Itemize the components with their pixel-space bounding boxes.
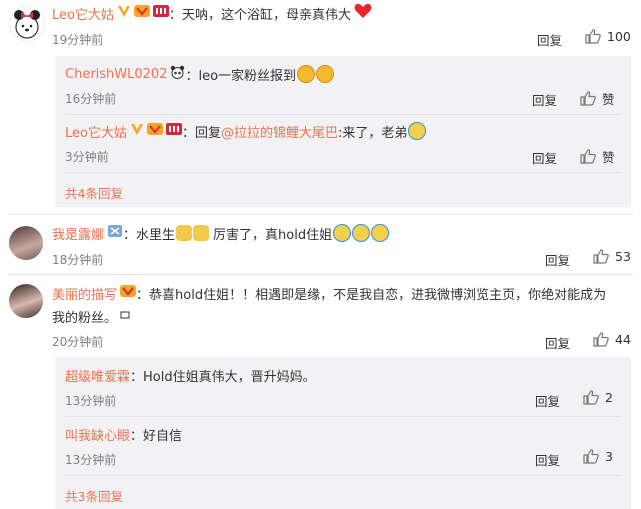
heart-icon [354, 3, 372, 23]
comment-3-text-line-2: 我的粉丝。 [52, 310, 118, 326]
avatar-leo[interactable] [9, 6, 45, 42]
thumbs-up-icon [583, 449, 599, 464]
reply-1-1-like-label: 赞 [602, 92, 615, 107]
reply-1-2-text: :来了，老弟 [338, 125, 408, 141]
comment-3-more-replies-link[interactable]: 共3条回复 [65, 486, 123, 505]
laughing-crying-emoji-icon [408, 122, 427, 140]
reply-3-1-username[interactable]: 超级唯爱霖 [65, 366, 130, 385]
comment-1-line: Leo它大姑 ：天呐，这个浴缸，母亲真伟大 [52, 3, 372, 23]
comment-3-time: 20分钟前 [52, 335, 104, 349]
thumbs-up-icon [593, 249, 609, 264]
divider [65, 475, 621, 476]
laughing-crying-emoji-icon [333, 224, 352, 242]
figure-emoji-icon [176, 225, 193, 241]
comment-1-like-count: 100 [607, 29, 631, 44]
reply-3-2-time: 13分钟前 [65, 453, 117, 467]
member-badge-icon [146, 122, 163, 140]
orange-v-icon [130, 123, 144, 140]
comment-3-line-2: 我的粉丝。 [52, 306, 130, 326]
laughing-crying-emoji-icon [352, 224, 371, 242]
reply-3-1-reply-button[interactable]: 回复 [535, 391, 560, 410]
comment-3-username[interactable]: 美丽的描写 [52, 284, 117, 303]
comment-3-line-1: 美丽的描写 ：恭喜hold住姐！！相遇即是缘，不是我自恋，进我微博浏览主页，你绝… [52, 283, 606, 303]
comment-1-username[interactable]: Leo它大姑 [52, 4, 114, 23]
divider [65, 114, 621, 115]
reply-1-2-like-label: 赞 [602, 150, 615, 165]
small-box-icon [120, 309, 130, 324]
reply-3-1-line: 超级唯爱霖 ：Hold住姐真伟大，晋升妈妈。 [65, 365, 316, 385]
comment-2-reply-button[interactable]: 回复 [545, 250, 570, 269]
thumbs-up-icon [593, 332, 609, 347]
level-badge-icon [165, 122, 182, 140]
divider [8, 274, 633, 275]
comment-2-time: 18分钟前 [52, 253, 104, 267]
member-badge-icon [107, 224, 123, 242]
comment-2-line: 我是露娜 ：水里生 厉害了，真hold住姐 [52, 223, 390, 243]
laughing-crying-emoji-icon [297, 65, 316, 83]
reply-1-1-line: CherishWL0202 ：leo一家粉丝报到 [65, 64, 335, 84]
comment-1-text: ：天呐，这个浴缸，母亲真伟大 [168, 7, 351, 23]
reply-1-2-username[interactable]: Leo它大姑 [65, 122, 127, 141]
figure-emoji-icon [193, 225, 210, 241]
reply-3-2-username[interactable]: 叫我缺心眼 [65, 425, 130, 444]
orange-v-icon [117, 5, 131, 22]
reply-3-1-text: ：Hold住姐真伟大，晋升妈妈。 [130, 369, 316, 385]
reply-3-2-line: 叫我缺心眼 ：好自信 [65, 424, 182, 444]
reply-1-1-username[interactable]: CherishWL0202 [65, 67, 167, 82]
reply-1-2-prefix: ：回复 [181, 125, 221, 141]
comment-1-replies: CherishWL0202 ：leo一家粉丝报到 16分钟前 回复 赞 Leo它… [55, 56, 631, 207]
thumbs-up-icon [580, 149, 596, 164]
reply-1-2-like-button[interactable]: 赞 [580, 147, 615, 166]
reply-1-1-reply-button[interactable]: 回复 [532, 90, 557, 109]
reply-1-1-text: ：leo一家粉丝报到 [185, 68, 297, 84]
level-badge-icon [152, 4, 169, 22]
reply-3-2-text: ：好自信 [130, 428, 183, 444]
comment-2-username[interactable]: 我是露娜 [52, 224, 104, 243]
comment-3-replies: 超级唯爱霖 ：Hold住姐真伟大，晋升妈妈。 13分钟前 回复 2 叫我缺心眼 … [55, 357, 631, 509]
laughing-crying-emoji-icon [316, 65, 335, 83]
reply-1-2-time: 3分钟前 [65, 150, 109, 164]
reply-3-2-like-count: 3 [605, 449, 613, 464]
avatar-meili[interactable] [9, 284, 43, 318]
avatar-luna[interactable] [9, 226, 43, 260]
reply-1-2-reply-button[interactable]: 回复 [532, 148, 557, 167]
reply-1-1-like-button[interactable]: 赞 [580, 89, 615, 108]
comment-1-like-button[interactable]: 100 [585, 29, 631, 44]
laughing-crying-emoji-icon [371, 224, 390, 242]
comment-3-text-line-1: ：恭喜hold住姐！！相遇即是缘，不是我自恋，进我微博浏览主页，你绝对能成为 [136, 287, 607, 303]
thumbs-up-icon [580, 91, 596, 106]
thumbs-up-icon [583, 390, 599, 405]
comment-1-time: 19分钟前 [52, 33, 104, 47]
comment-2-text-1: ：水里生 [123, 227, 176, 243]
thumbs-up-icon [585, 29, 601, 44]
comment-1-more-replies-link[interactable]: 共4条回复 [65, 183, 123, 202]
comment-2-like-button[interactable]: 53 [593, 249, 631, 264]
divider [65, 172, 621, 173]
comment-1-reply-button[interactable]: 回复 [537, 30, 562, 49]
reply-3-1-time: 13分钟前 [65, 394, 117, 408]
reply-3-2-like-button[interactable]: 3 [583, 449, 613, 464]
reply-3-2-reply-button[interactable]: 回复 [535, 450, 560, 469]
comment-3-like-count: 44 [615, 332, 631, 347]
panda-icon [170, 65, 185, 83]
reply-1-2-mention[interactable]: @拉拉的锦鲤大尾巴 [221, 122, 338, 141]
reply-1-1-time: 16分钟前 [65, 92, 117, 106]
comment-3-reply-button[interactable]: 回复 [545, 333, 570, 352]
member-badge-icon [133, 4, 150, 22]
reply-1-2-line: Leo它大姑 ：回复 @拉拉的锦鲤大尾巴 :来了，老弟 [65, 121, 427, 141]
member-badge-icon [120, 284, 137, 302]
divider [8, 214, 633, 215]
divider [65, 416, 621, 417]
comment-3-like-button[interactable]: 44 [593, 332, 631, 347]
comment-2-text-2: 厉害了，真hold住姐 [213, 227, 333, 243]
reply-3-1-like-button[interactable]: 2 [583, 390, 613, 405]
comment-2-like-count: 53 [615, 249, 631, 264]
reply-3-1-like-count: 2 [605, 390, 613, 405]
